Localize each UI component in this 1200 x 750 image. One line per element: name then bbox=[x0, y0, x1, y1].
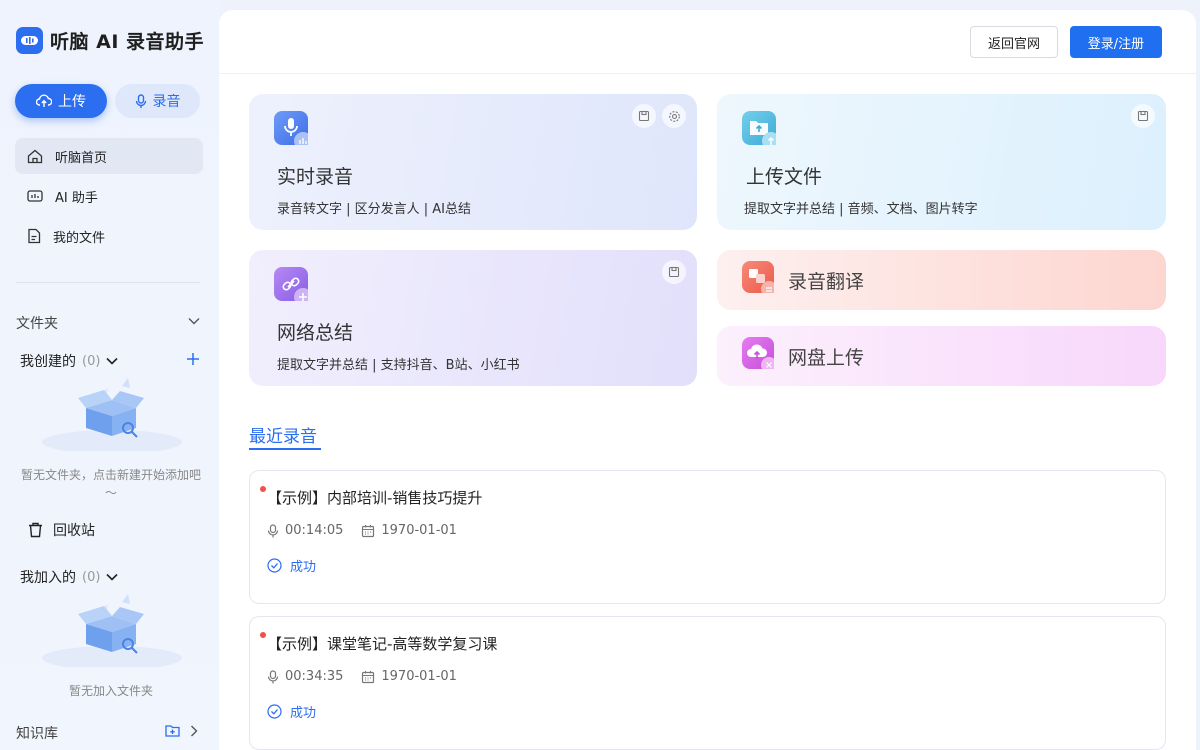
folders-title: 文件夹 bbox=[16, 316, 58, 332]
recording-title: 【示例】课堂笔记-高等数学复习课 bbox=[267, 635, 498, 653]
card-title: 网络总结 bbox=[277, 322, 354, 344]
created-empty-text: 暂无文件夹，点击新建开始添加吧～ bbox=[20, 468, 201, 500]
cloud-upload-card[interactable]: 网盘上传 bbox=[717, 326, 1166, 386]
add-folder-icon[interactable] bbox=[165, 724, 180, 737]
card-desc: 提取文字并总结 | 音频、文档、图片转字 bbox=[744, 202, 978, 217]
joined-folders-label: 我加入的 bbox=[20, 570, 76, 586]
microphone-icon bbox=[267, 523, 279, 537]
calendar-icon bbox=[362, 524, 375, 537]
file-icon bbox=[28, 228, 41, 244]
nav-item-home[interactable]: 听脑首页 bbox=[15, 138, 203, 174]
chevron-down-icon bbox=[106, 573, 118, 581]
recording-status: 成功 bbox=[267, 556, 316, 575]
created-folders-label: 我创建的 bbox=[20, 354, 76, 370]
recording-item[interactable]: 【示例】内部培训-销售技巧提升 00:14:05 1970-01-01 成功 bbox=[249, 470, 1166, 604]
app-logo[interactable]: 听脑 AI 录音助手 bbox=[16, 27, 204, 54]
card-desc: 提取文字并总结 | 支持抖音、B站、小红书 bbox=[277, 358, 520, 373]
record-button[interactable]: 录音 bbox=[115, 84, 200, 118]
upload-button[interactable]: 上传 bbox=[15, 84, 107, 118]
recording-status: 成功 bbox=[267, 702, 316, 721]
main-panel: 返回官网 登录/注册 实时录音 录音转文字 | 区分发言人 | AI总结 上传文… bbox=[219, 10, 1196, 750]
recording-meta: 00:34:35 1970-01-01 bbox=[267, 669, 457, 684]
recording-date: 1970-01-01 bbox=[381, 669, 457, 684]
recent-title-underline bbox=[249, 448, 321, 450]
empty-box-illustration bbox=[42, 594, 182, 667]
folder-upload-icon bbox=[742, 111, 780, 150]
check-circle-icon bbox=[267, 704, 282, 719]
recording-duration: 00:14:05 bbox=[285, 523, 344, 538]
card-title: 上传文件 bbox=[746, 166, 823, 188]
app-title: 听脑 AI 录音助手 bbox=[50, 31, 205, 53]
home-icon bbox=[27, 149, 43, 163]
sidebar-divider bbox=[16, 282, 200, 283]
login-register-button[interactable]: 登录/注册 bbox=[1070, 26, 1162, 58]
created-folders-count: (0) bbox=[82, 353, 101, 369]
joined-folders-toggle[interactable]: 我加入的 (0) bbox=[20, 567, 118, 587]
calendar-icon bbox=[362, 670, 375, 683]
record-label: 录音 bbox=[152, 94, 181, 110]
microphone-icon bbox=[135, 93, 146, 108]
status-text: 成功 bbox=[290, 560, 317, 575]
chevron-down-icon[interactable] bbox=[188, 317, 200, 325]
microphone-icon bbox=[267, 669, 279, 683]
nav-item-ai-assistant[interactable]: AI 助手 bbox=[15, 178, 203, 214]
ai-assistant-icon bbox=[27, 190, 43, 202]
joined-folders-count: (0) bbox=[82, 569, 101, 585]
cloud-upload-icon bbox=[742, 337, 777, 373]
unread-dot bbox=[260, 632, 266, 638]
record-translate-card[interactable]: 录音翻译 bbox=[717, 250, 1166, 310]
status-text: 成功 bbox=[290, 706, 317, 721]
recent-recordings-title[interactable]: 最近录音 bbox=[249, 422, 317, 447]
add-folder-icon[interactable] bbox=[186, 352, 200, 366]
microphone-icon bbox=[274, 111, 312, 150]
card-desc: 录音转文字 | 区分发言人 | AI总结 bbox=[277, 202, 472, 217]
recording-meta: 00:14:05 1970-01-01 bbox=[267, 523, 457, 538]
gear-icon[interactable] bbox=[662, 104, 686, 128]
chevron-right-icon[interactable] bbox=[190, 725, 198, 737]
trash-item[interactable]: 回收站 bbox=[28, 520, 95, 540]
recording-date: 1970-01-01 bbox=[381, 523, 457, 538]
unread-dot bbox=[260, 486, 266, 492]
link-icon bbox=[274, 267, 312, 306]
upload-label: 上传 bbox=[58, 94, 86, 110]
cloud-upload-icon bbox=[36, 94, 52, 107]
recording-duration: 00:34:35 bbox=[285, 669, 344, 684]
trash-label: 回收站 bbox=[53, 523, 95, 539]
card-title: 网盘上传 bbox=[788, 347, 865, 369]
empty-box-illustration bbox=[42, 378, 182, 451]
chevron-down-icon bbox=[106, 357, 118, 365]
trash-icon bbox=[29, 522, 42, 538]
save-icon[interactable] bbox=[662, 260, 686, 284]
web-summary-card[interactable]: 网络总结 提取文字并总结 | 支持抖音、B站、小红书 bbox=[249, 250, 697, 386]
knowledge-base-title[interactable]: 知识库 bbox=[16, 723, 58, 743]
sidebar: 听脑 AI 录音助手 上传 录音 听脑首页 AI 助手 我的文件 文件夹 我创建… bbox=[0, 0, 219, 750]
save-icon[interactable] bbox=[1131, 104, 1155, 128]
save-icon[interactable] bbox=[632, 104, 656, 128]
nav-label: 听脑首页 bbox=[55, 150, 108, 166]
card-title: 实时录音 bbox=[277, 166, 354, 188]
logo-icon bbox=[16, 27, 43, 54]
translate-icon bbox=[742, 261, 777, 297]
card-title: 录音翻译 bbox=[788, 271, 865, 293]
nav-label: 我的文件 bbox=[53, 230, 106, 246]
created-folders-toggle[interactable]: 我创建的 (0) bbox=[20, 351, 118, 371]
realtime-record-card[interactable]: 实时录音 录音转文字 | 区分发言人 | AI总结 bbox=[249, 94, 697, 230]
nav-label: AI 助手 bbox=[55, 190, 98, 206]
upload-file-card[interactable]: 上传文件 提取文字并总结 | 音频、文档、图片转字 bbox=[717, 94, 1166, 230]
check-circle-icon bbox=[267, 558, 282, 573]
recording-title: 【示例】内部培训-销售技巧提升 bbox=[267, 489, 483, 507]
back-to-site-button[interactable]: 返回官网 bbox=[970, 26, 1058, 58]
nav-item-my-files[interactable]: 我的文件 bbox=[15, 218, 203, 254]
joined-empty-text: 暂无加入文件夹 bbox=[68, 684, 153, 698]
top-bar: 返回官网 登录/注册 bbox=[219, 10, 1196, 74]
recording-item[interactable]: 【示例】课堂笔记-高等数学复习课 00:34:35 1970-01-01 成功 bbox=[249, 616, 1166, 750]
